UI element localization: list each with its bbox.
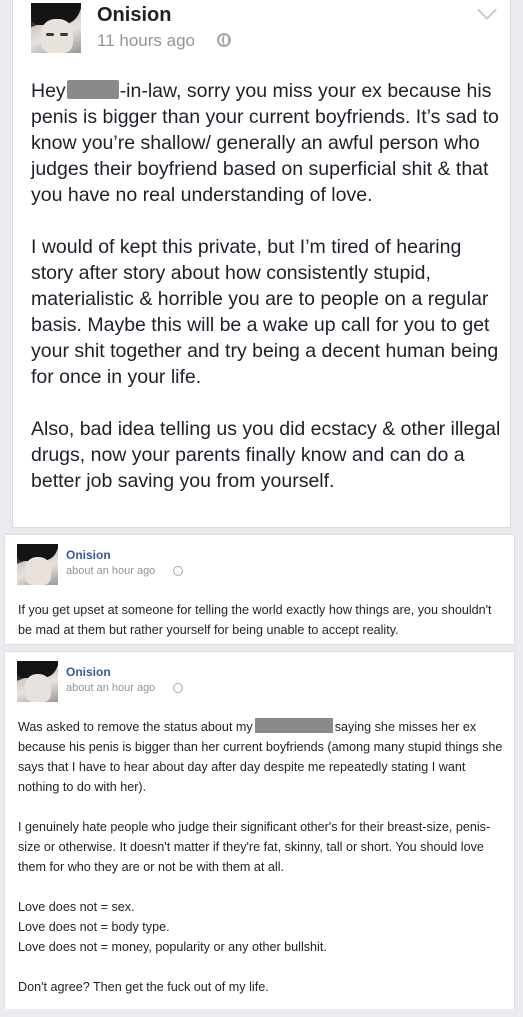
status-post-explanation: Onision about an hour ago Was asked to r… (4, 651, 515, 1009)
post-body: Was asked to remove the status about my s… (18, 717, 506, 1017)
post-timestamp[interactable]: about an hour ago (66, 682, 155, 694)
post-timestamp[interactable]: 11 hours ago (97, 31, 195, 51)
avatar-eye (46, 33, 54, 36)
avatar-face (41, 19, 73, 53)
post-paragraph: Was asked to remove the status about my s… (18, 717, 506, 797)
post-body: If you get upset at someone for telling … (18, 603, 492, 637)
post-text: Was asked to remove the status about my (18, 720, 253, 734)
post-text: Hey (31, 80, 66, 102)
author-name[interactable]: Onision (66, 665, 111, 679)
globe-icon[interactable] (173, 566, 183, 576)
post-paragraph: Also, bad idea telling us you did ecstac… (31, 418, 501, 492)
post-paragraph: Love does not = sex. Love does not = bod… (18, 897, 506, 957)
avatar[interactable] (17, 544, 58, 585)
avatar-face (25, 674, 51, 702)
avatar[interactable] (17, 661, 58, 702)
globe-icon[interactable] (217, 33, 231, 47)
author-name[interactable]: Onision (66, 548, 111, 562)
avatar-face (25, 557, 51, 585)
post-paragraph: Hey -in-law, sorry you miss your ex becau… (31, 78, 501, 208)
author-name[interactable]: Onision (97, 4, 171, 27)
post-paragraph: I would of kept this private, but I’m ti… (31, 236, 499, 388)
redaction-block (254, 718, 333, 733)
globe-icon[interactable] (173, 683, 183, 693)
status-post-main: Onision 11 hours ago Hey -in-law, sorry y… (12, 0, 511, 528)
avatar[interactable] (31, 3, 81, 53)
avatar-eye (60, 33, 68, 36)
status-post-followup: Onision about an hour ago If you get ups… (4, 534, 515, 645)
post-line: Love does not = money, popularity or any… (18, 940, 327, 954)
redaction-block (66, 80, 119, 99)
post-paragraph: Don't agree? Then get the fuck out of my… (18, 980, 269, 994)
post-body: Hey -in-law, sorry you miss your ex becau… (31, 78, 501, 520)
post-line: Love does not = sex. (18, 900, 135, 914)
post-timestamp[interactable]: about an hour ago (66, 565, 155, 577)
post-line: Love does not = body type. (18, 920, 170, 934)
chevron-down-icon[interactable] (477, 0, 497, 20)
post-paragraph: I genuinely hate people who judge their … (18, 820, 491, 874)
